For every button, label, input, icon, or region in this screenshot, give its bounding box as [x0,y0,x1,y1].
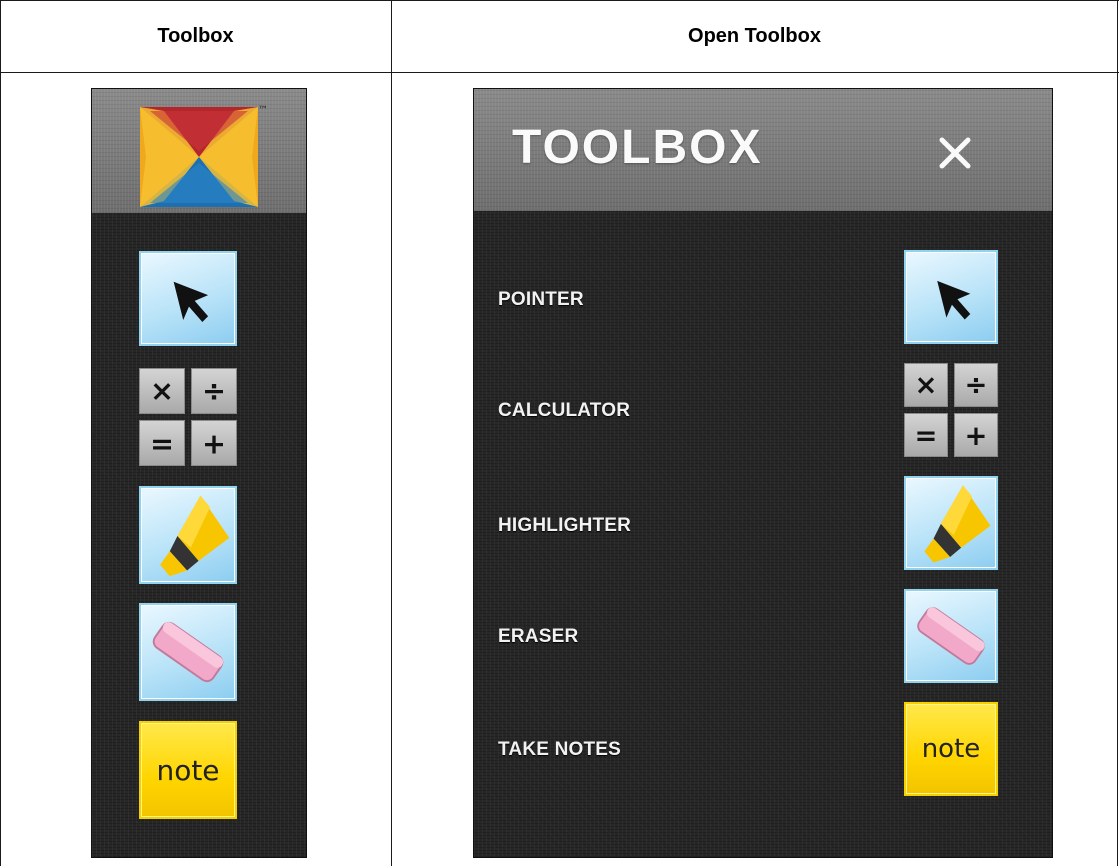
trademark-symbol: ™ [258,105,268,116]
close-button[interactable] [932,128,980,176]
calc-key-plus: + [191,420,237,466]
calc-key-plus: + [954,413,998,457]
table-border-left [0,0,1,866]
svg-text:×: × [915,370,938,401]
toolbox-collapsed: ™ × ÷ = + note [91,88,307,858]
eraser-tool-button[interactable] [139,603,237,701]
calculator-tool-button-open[interactable]: × ÷ = + [904,363,998,457]
note-icon-label: note [156,753,220,787]
pointer-tool-button[interactable] [139,251,237,346]
close-icon [939,137,971,169]
pointer-arrow-icon [937,280,971,320]
pointer-arrow-icon [173,281,209,322]
eraser-icon [917,607,985,665]
highlighter-tool-button-open[interactable] [904,476,998,570]
svg-text:=: = [915,421,938,452]
table-divider [391,0,392,866]
highlighter-icon [160,495,230,577]
label-highlighter: HIGHLIGHTER [498,515,632,536]
take-notes-tool-button-open[interactable]: note [904,702,998,796]
svg-text:×: × [150,374,174,408]
table-header-divider [0,72,1119,73]
svg-text:+: + [965,421,988,452]
calc-key-multiply: × [139,368,185,414]
take-notes-tool-button[interactable]: note [139,721,237,819]
logo-icon[interactable]: ™ [92,89,308,213]
eraser-tool-button-open[interactable] [904,589,998,683]
calc-key-divide: ÷ [954,363,998,407]
svg-text:+: + [202,427,226,461]
calculator-tool-button[interactable]: × ÷ = + [139,368,237,466]
label-eraser: ERASER [498,626,579,647]
calc-key-multiply: × [904,363,948,407]
eraser-icon [152,621,224,683]
table-border-right [1117,0,1118,866]
calc-key-divide: ÷ [191,368,237,414]
label-calculator: CALCULATOR [498,400,631,421]
highlighter-tool-button[interactable] [139,486,237,584]
column-header-open-toolbox: Open Toolbox [688,24,821,47]
svg-text:=: = [150,427,174,461]
calc-key-equals: = [139,420,185,466]
calc-key-equals: = [904,413,948,457]
toolbox-logo-header[interactable]: ™ [92,89,306,213]
pointer-tool-button-open[interactable] [904,250,998,344]
svg-text:÷: ÷ [202,374,226,408]
highlighter-icon [924,485,991,563]
svg-text:÷: ÷ [965,370,988,401]
note-icon-label: note [921,734,981,764]
label-take-notes: TAKE NOTES [498,739,622,760]
label-pointer: POINTER [498,289,584,310]
column-header-toolbox: Toolbox [157,24,234,47]
toolbox-title: TOOLBOX [512,121,763,174]
